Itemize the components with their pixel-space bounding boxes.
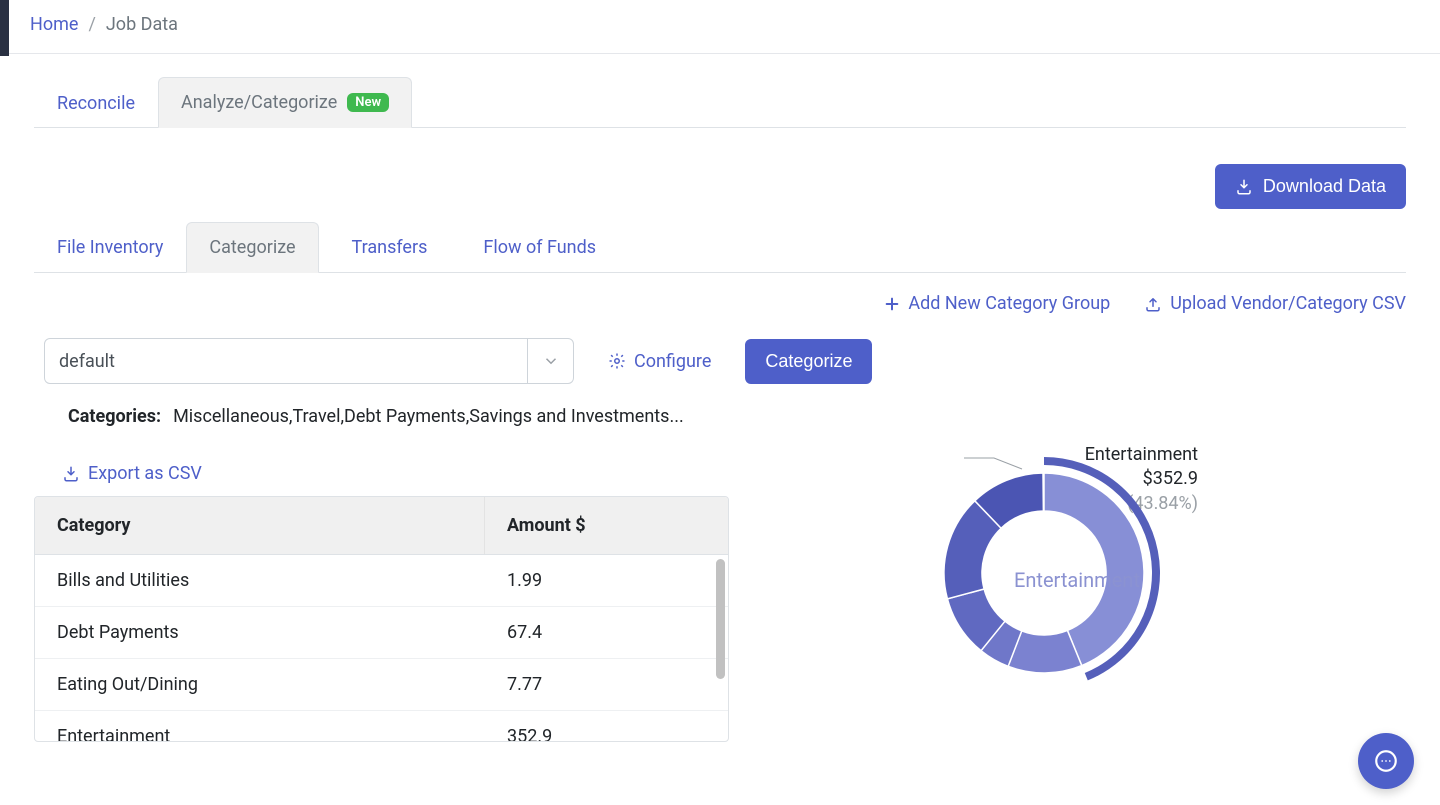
export-csv-label: Export as CSV bbox=[88, 463, 202, 484]
plus-icon bbox=[884, 296, 900, 312]
upload-csv-label: Upload Vendor/Category CSV bbox=[1170, 293, 1406, 314]
cell-amount: 1.99 bbox=[485, 570, 728, 591]
sidebar-edge bbox=[0, 0, 9, 56]
download-data-button[interactable]: Download Data bbox=[1215, 164, 1406, 209]
cell-category: Eating Out/Dining bbox=[35, 674, 485, 695]
categorize-button[interactable]: Categorize bbox=[745, 339, 872, 384]
categories-list-text: Miscellaneous,Travel,Debt Payments,Savin… bbox=[173, 406, 684, 427]
cell-amount: 7.77 bbox=[485, 674, 728, 695]
tab-categorize[interactable]: Categorize bbox=[186, 222, 318, 273]
category-table: Category Amount $ Bills and Utilities 1.… bbox=[34, 496, 729, 742]
chevron-down-icon bbox=[527, 339, 573, 383]
categories-label: Categories: bbox=[68, 406, 161, 427]
top-tabs: Reconcile Analyze/Categorize New bbox=[34, 76, 1406, 128]
tab-reconcile[interactable]: Reconcile bbox=[34, 77, 158, 128]
cell-category: Entertainment bbox=[35, 726, 485, 742]
sub-tabs: File Inventory Categorize Transfers Flow… bbox=[34, 221, 1406, 273]
donut-center-label: Entertainment bbox=[1014, 568, 1140, 592]
table-body[interactable]: Bills and Utilities 1.99 Debt Payments 6… bbox=[35, 555, 728, 742]
chat-icon bbox=[1373, 748, 1399, 774]
action-row: Add New Category Group Upload Vendor/Cat… bbox=[34, 293, 1406, 314]
add-category-group-link[interactable]: Add New Category Group bbox=[884, 293, 1110, 314]
cell-amount: 67.4 bbox=[485, 622, 728, 643]
cell-amount: 352.9 bbox=[485, 726, 728, 742]
chat-fab[interactable] bbox=[1358, 733, 1414, 789]
breadcrumb-current: Job Data bbox=[106, 14, 178, 35]
category-group-select[interactable]: default bbox=[44, 338, 574, 384]
column-category[interactable]: Category bbox=[35, 497, 485, 554]
table-row[interactable]: Eating Out/Dining 7.77 bbox=[35, 659, 728, 711]
breadcrumb: Home / Job Data bbox=[0, 0, 1440, 54]
donut-leader-line bbox=[964, 458, 1022, 469]
table-header: Category Amount $ bbox=[35, 497, 728, 555]
donut-chart: Entertainment $352.9 (43.84%) Entertainm… bbox=[754, 463, 1406, 763]
scrollbar-thumb[interactable] bbox=[716, 559, 725, 679]
tab-analyze-label: Analyze/Categorize bbox=[181, 92, 337, 113]
upload-csv-link[interactable]: Upload Vendor/Category CSV bbox=[1144, 293, 1406, 314]
cell-category: Bills and Utilities bbox=[35, 570, 485, 591]
tab-flow-of-funds[interactable]: Flow of Funds bbox=[460, 222, 619, 273]
add-category-group-label: Add New Category Group bbox=[908, 293, 1110, 314]
config-row: default Configure Categorize bbox=[34, 338, 1406, 384]
tab-analyze-categorize[interactable]: Analyze/Categorize New bbox=[158, 77, 412, 128]
table-row[interactable]: Entertainment 352.9 bbox=[35, 711, 728, 742]
tab-transfers[interactable]: Transfers bbox=[329, 222, 451, 273]
column-amount[interactable]: Amount $ bbox=[485, 497, 728, 554]
configure-label: Configure bbox=[634, 351, 711, 372]
categorize-label: Categorize bbox=[765, 351, 852, 372]
cell-category: Debt Payments bbox=[35, 622, 485, 643]
download-row: Download Data bbox=[34, 164, 1406, 209]
breadcrumb-separator: / bbox=[88, 14, 95, 35]
tab-file-inventory[interactable]: File Inventory bbox=[34, 222, 186, 273]
new-badge: New bbox=[347, 93, 389, 112]
table-row[interactable]: Bills and Utilities 1.99 bbox=[35, 555, 728, 607]
download-data-label: Download Data bbox=[1263, 176, 1386, 197]
export-csv-link[interactable]: Export as CSV bbox=[62, 463, 202, 484]
table-row[interactable]: Debt Payments 67.4 bbox=[35, 607, 728, 659]
category-group-select-value: default bbox=[59, 351, 115, 372]
upload-icon bbox=[1144, 295, 1162, 313]
download-icon bbox=[62, 465, 80, 483]
categories-summary: Categories: Miscellaneous,Travel,Debt Pa… bbox=[34, 406, 1406, 427]
download-icon bbox=[1235, 178, 1253, 196]
configure-link[interactable]: Configure bbox=[608, 351, 711, 372]
gear-icon bbox=[608, 352, 626, 370]
breadcrumb-home[interactable]: Home bbox=[30, 14, 78, 35]
